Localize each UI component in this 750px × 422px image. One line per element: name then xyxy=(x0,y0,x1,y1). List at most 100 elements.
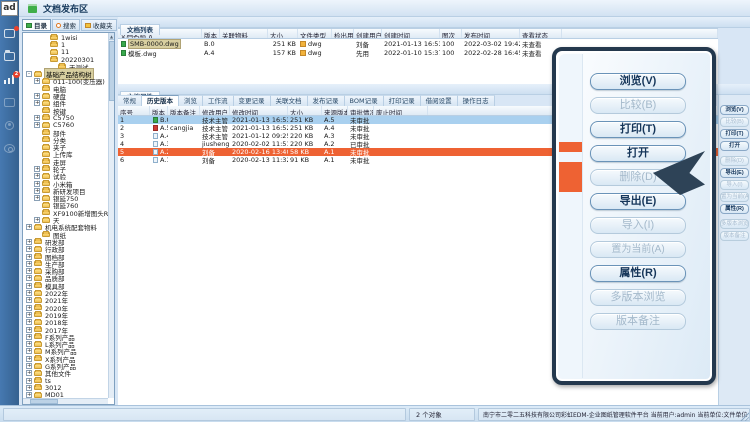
column-header[interactable]: 废止时间 xyxy=(374,106,428,115)
folder-icon[interactable] xyxy=(3,52,16,62)
column-header[interactable]: 创建用户 xyxy=(354,29,382,38)
tree-expand-toggle[interactable] xyxy=(26,378,32,384)
tree-item[interactable]: 20220301 xyxy=(23,56,108,63)
column-header[interactable]: 大小 xyxy=(268,29,298,38)
tree-expand-toggle[interactable] xyxy=(34,93,40,99)
action-button-magnified[interactable]: 比较(B) xyxy=(590,97,686,114)
tree-expand-toggle[interactable] xyxy=(34,217,40,223)
action-button[interactable]: 删除(D) xyxy=(720,156,749,166)
refresh-icon[interactable] xyxy=(3,98,16,108)
tree-item[interactable]: 品质部 xyxy=(23,275,108,282)
tree-expand-toggle[interactable] xyxy=(34,173,40,179)
tree-expand-toggle[interactable] xyxy=(34,181,40,187)
props-tab[interactable]: 浏览 xyxy=(179,95,203,106)
tree-expand-toggle[interactable] xyxy=(34,78,40,84)
tree-expand-toggle[interactable] xyxy=(26,348,32,354)
doc-list-tab[interactable]: 文档列表 xyxy=(120,24,160,35)
action-button-magnified[interactable]: 导入(I) xyxy=(590,217,686,234)
column-header[interactable]: 创建时间 xyxy=(382,29,440,38)
tree-item[interactable]: 采购部 xyxy=(23,268,108,275)
props-tab[interactable]: 常规 xyxy=(118,95,142,106)
props-tab[interactable]: 操作日志 xyxy=(458,95,495,106)
action-button-magnified[interactable]: 置为当前(A) xyxy=(590,241,686,258)
tree-expand-toggle[interactable] xyxy=(26,356,32,362)
column-header[interactable]: 版本备注 xyxy=(168,106,200,115)
tree-expand-toggle[interactable] xyxy=(26,239,32,245)
action-button[interactable]: 打开 xyxy=(720,141,749,151)
props-tab[interactable]: 发布记录 xyxy=(308,95,345,106)
action-button-magnified[interactable]: 浏览(V) xyxy=(590,73,686,90)
column-header[interactable]: 版本 xyxy=(202,29,220,38)
tree-item[interactable]: 图档部 xyxy=(23,253,108,260)
tree-expand-toggle[interactable] xyxy=(26,224,32,230)
action-button[interactable]: 浏览(V) xyxy=(720,105,749,115)
column-header[interactable]: 序号 xyxy=(118,106,150,115)
tree-item[interactable]: 生产部 xyxy=(23,260,108,267)
tree-expand-toggle[interactable] xyxy=(26,363,32,369)
tree-expand-toggle[interactable] xyxy=(26,290,32,296)
tree-expand-toggle[interactable] xyxy=(26,305,32,311)
left-panel-tab[interactable]: 收藏夹 xyxy=(81,19,117,31)
action-button-magnified[interactable]: 属性(R) xyxy=(590,265,686,282)
tree-expand-toggle[interactable] xyxy=(26,268,32,274)
props-tab[interactable]: 历史版本 xyxy=(142,95,179,106)
tree-expand-toggle[interactable] xyxy=(26,246,32,252)
tree-horizontal-scrollbar[interactable] xyxy=(23,398,108,404)
user-icon[interactable] xyxy=(3,121,16,131)
action-button[interactable]: 属性(R) xyxy=(720,204,749,214)
column-header[interactable]: 审批情况 xyxy=(348,106,374,115)
tree-expand-toggle[interactable] xyxy=(34,122,40,128)
action-button[interactable]: 比较(B) xyxy=(720,117,749,127)
tree-expand-toggle[interactable] xyxy=(26,275,32,281)
props-tab[interactable]: 变更记录 xyxy=(234,95,271,106)
props-tab[interactable]: BOM记录 xyxy=(345,95,384,106)
gear-icon[interactable] xyxy=(3,144,16,154)
tree-expand-toggle[interactable] xyxy=(26,319,32,325)
tree-expand-toggle[interactable] xyxy=(26,385,32,391)
action-button-magnified[interactable]: 打印(T) xyxy=(590,121,686,138)
tree-expand-toggle[interactable] xyxy=(26,283,32,289)
column-header[interactable]: 图次 xyxy=(440,29,462,38)
props-tab[interactable]: 打印记录 xyxy=(384,95,421,106)
tree-expand-toggle[interactable] xyxy=(34,115,40,121)
tree-item[interactable]: 其他文件 xyxy=(23,370,108,377)
tree-expand-toggle[interactable] xyxy=(26,71,32,77)
chat-icon[interactable] xyxy=(3,29,16,39)
tree-expand-toggle[interactable] xyxy=(26,327,32,333)
tree-expand-toggle[interactable] xyxy=(26,312,32,318)
tree-expand-toggle[interactable] xyxy=(26,261,32,267)
tree-expand-toggle[interactable] xyxy=(26,370,32,376)
column-header[interactable]: 修改时间 xyxy=(230,106,288,115)
action-button-magnified[interactable]: 导出(E) xyxy=(590,193,686,210)
left-panel-tab[interactable]: 搜索 xyxy=(52,19,80,31)
props-tab[interactable]: 关联文档 xyxy=(271,95,308,106)
column-header[interactable]: 发布时间 xyxy=(462,29,520,38)
tree-vertical-scrollbar[interactable]: ▲ xyxy=(108,33,114,398)
tree-expand-toggle[interactable] xyxy=(34,188,40,194)
props-tab[interactable]: 借阅设置 xyxy=(421,95,458,106)
column-header[interactable]: 版本 xyxy=(150,106,168,115)
tree-expand-toggle[interactable] xyxy=(34,195,40,201)
column-header[interactable]: 关联物料 xyxy=(220,29,268,38)
column-header[interactable]: 检出用户 xyxy=(332,29,354,38)
tree-expand-toggle[interactable] xyxy=(26,341,32,347)
action-button[interactable]: 导入(I) xyxy=(720,180,749,190)
tree-item[interactable]: 行政部 xyxy=(23,246,108,253)
action-button[interactable]: 打印(T) xyxy=(720,129,749,139)
tree-item[interactable]: 3012 xyxy=(23,384,108,391)
action-button[interactable]: 多版本浏览 xyxy=(720,219,749,229)
action-button-magnified[interactable]: 打开 xyxy=(590,145,686,162)
column-header[interactable]: 文件类型 xyxy=(298,29,332,38)
column-header[interactable]: 查看状态 xyxy=(520,29,562,38)
action-button-magnified[interactable]: 多版本浏览 xyxy=(590,289,686,306)
left-panel-tab[interactable]: 目录 xyxy=(22,19,51,31)
action-button[interactable]: 置为当前(A) xyxy=(720,192,749,202)
app-logo[interactable]: ad xyxy=(1,1,18,16)
action-button[interactable]: 版本备注 xyxy=(720,231,749,241)
column-header[interactable]: 大小 xyxy=(288,106,322,115)
tree-expand-toggle[interactable] xyxy=(34,100,40,106)
tree-expand-toggle[interactable] xyxy=(34,166,40,172)
props-tab[interactable]: 工作流 xyxy=(203,95,234,106)
column-header[interactable]: 来源版本 xyxy=(322,106,348,115)
tree-expand-toggle[interactable] xyxy=(26,297,32,303)
